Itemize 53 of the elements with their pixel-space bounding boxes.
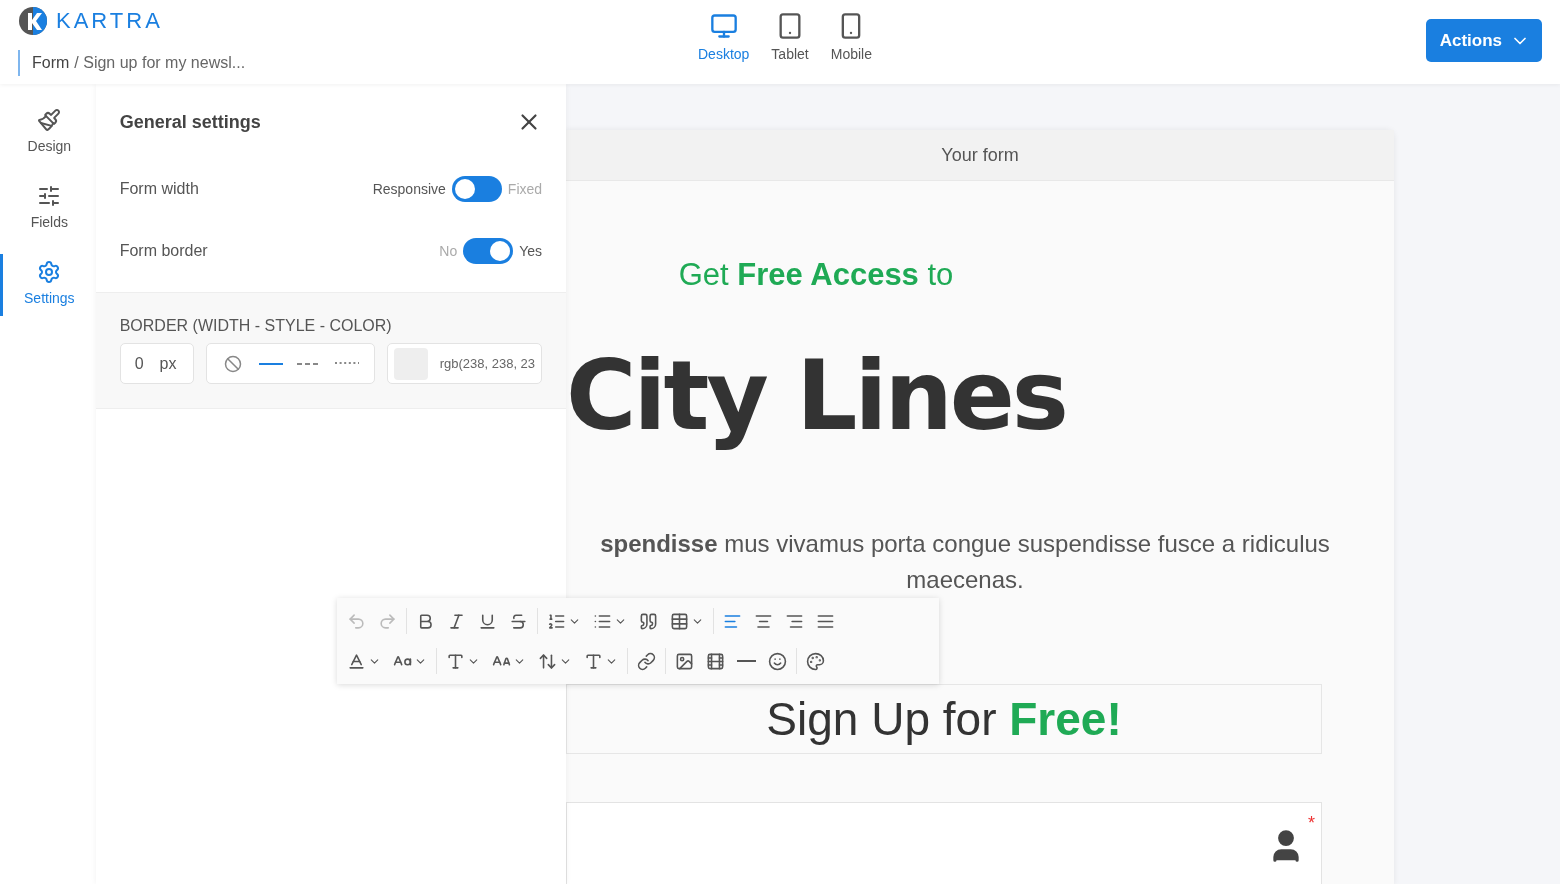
signup-heading: Sign Up for Free! <box>766 692 1122 747</box>
solid-line-icon <box>259 361 284 366</box>
film-icon <box>706 651 725 671</box>
toggle-option-label: Yes <box>519 243 543 259</box>
undo-icon <box>347 611 366 631</box>
device-tab[interactable]: Tablet <box>771 12 809 68</box>
toggle-option-label: Responsive <box>372 181 446 197</box>
logo-icon <box>18 6 48 36</box>
toggle-option-label: Fixed <box>507 181 543 197</box>
setting-label: Form border <box>119 242 208 260</box>
desktop-icon <box>709 12 738 40</box>
toggle-option-label: No <box>439 243 458 259</box>
border-color-field[interactable]: rgb(238, 238, 23 <box>386 343 543 384</box>
kicker-heading: Get Free Access to <box>678 257 954 293</box>
device-tab[interactable]: Desktop <box>698 12 750 68</box>
breadcrumb: Form / Sign up for my newsl... <box>18 50 578 76</box>
sidebar-item[interactable]: Design <box>0 102 96 164</box>
sliders-icon <box>37 184 62 208</box>
underline-icon <box>478 611 497 631</box>
gear-icon <box>37 260 62 284</box>
actions-button[interactable]: Actions <box>1425 19 1542 62</box>
border-width-field[interactable]: 0 px <box>119 343 194 384</box>
text-color-icon <box>347 651 366 671</box>
logo-wordmark: KARTRA <box>56 8 163 34</box>
letter-t-icon <box>446 651 465 671</box>
device-tab[interactable]: Mobile <box>830 12 872 68</box>
dotted-line-icon <box>335 362 360 365</box>
required-mark: * <box>1308 813 1315 835</box>
setting-label: Form width <box>119 180 199 198</box>
body-text: spendisse mus vivamus porta congue suspendisse fusce a ridiculus maecenas. <box>599 529 1331 596</box>
form-title: Your form <box>566 130 1394 181</box>
strikethrough-icon <box>509 611 528 631</box>
none-icon <box>224 354 243 373</box>
toggle-switch[interactable] <box>451 176 502 202</box>
up-down-arrow-icon <box>538 651 557 671</box>
link-icon <box>637 651 656 671</box>
redo-icon <box>378 611 397 631</box>
name-field[interactable]: * <box>566 802 1322 884</box>
paintbrush-icon <box>37 108 62 132</box>
italic-icon <box>447 611 466 631</box>
palette-icon <box>806 651 825 671</box>
horizontal-line-icon <box>737 660 756 662</box>
sidebar-item[interactable]: Fields <box>0 178 96 240</box>
numbered-list-icon <box>547 611 566 631</box>
toggle-switch[interactable] <box>463 238 514 264</box>
letter-t-icon <box>584 651 603 671</box>
image-icon <box>675 651 694 671</box>
table-icon <box>670 611 689 631</box>
section-heading: BORDER (WIDTH - STYLE - COLOR) <box>119 317 393 335</box>
quote-icon <box>639 611 658 631</box>
panel-title: General settings <box>119 111 261 133</box>
smiley-icon <box>768 651 787 671</box>
headline: City Lines <box>566 339 1066 454</box>
